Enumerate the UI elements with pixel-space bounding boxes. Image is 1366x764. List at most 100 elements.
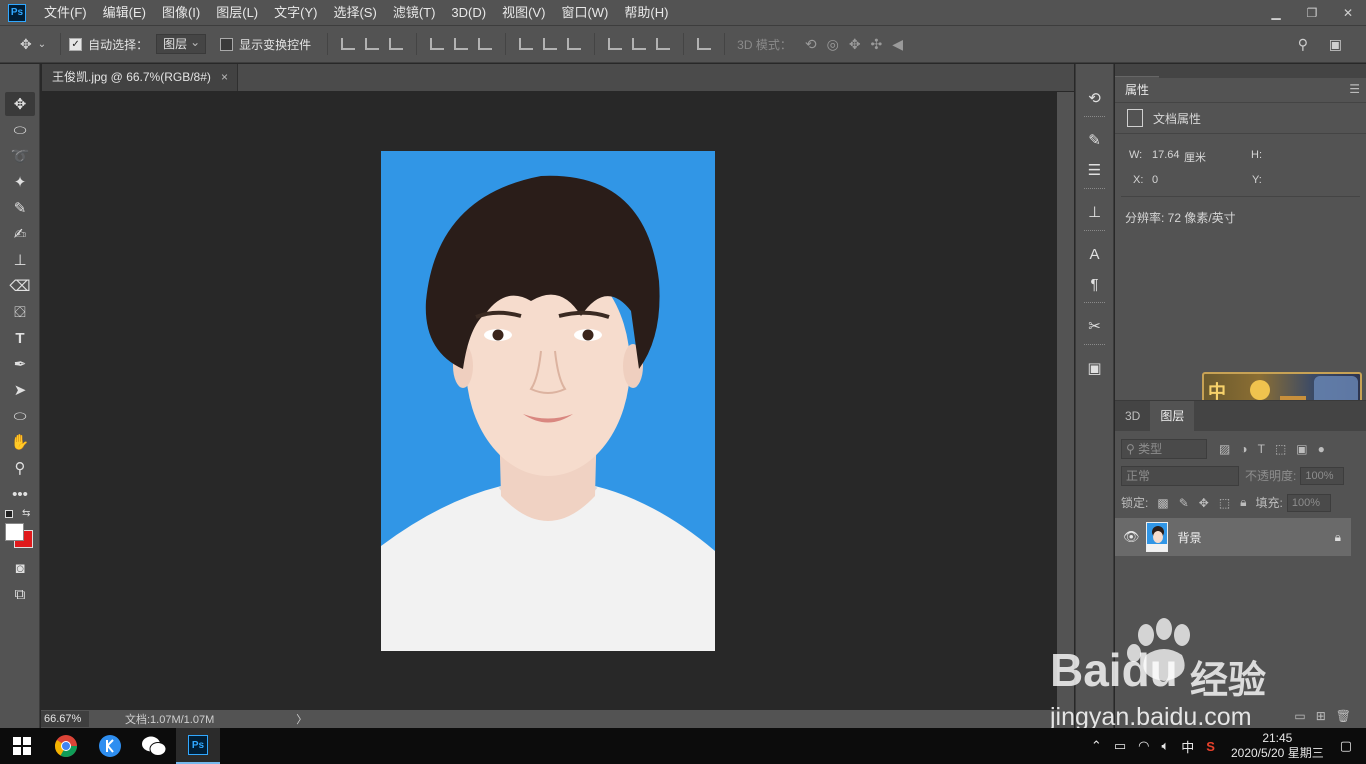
clock[interactable]: 21:45 2020/5/20 星期三 bbox=[1231, 731, 1324, 761]
wifi-icon[interactable]: ◠ bbox=[1138, 738, 1149, 754]
3d-pan-icon[interactable]: ✥ bbox=[849, 36, 861, 53]
eyedropper-tool-icon[interactable]: ✎ bbox=[5, 196, 35, 220]
menu-select[interactable]: 选择(S) bbox=[325, 0, 384, 25]
show-hidden-icons-icon[interactable]: ⌃ bbox=[1091, 738, 1102, 754]
workspace-icon[interactable]: ▣ bbox=[1329, 36, 1342, 53]
menu-help[interactable]: 帮助(H) bbox=[616, 0, 676, 25]
close-window-button[interactable]: ✕ bbox=[1330, 0, 1366, 25]
align-bottom-icon[interactable] bbox=[389, 38, 404, 50]
align-top-icon[interactable] bbox=[341, 38, 356, 50]
panel-grip[interactable] bbox=[1084, 302, 1105, 308]
distribute-top-icon[interactable] bbox=[519, 38, 534, 50]
panel-menu-icon[interactable]: ☰ bbox=[1349, 82, 1360, 96]
3d-roll-icon[interactable]: ◎ bbox=[827, 36, 839, 53]
stamp-tool-icon[interactable]: ⊥ bbox=[5, 248, 35, 272]
brush-settings-icon[interactable]: ✎ bbox=[1083, 128, 1107, 152]
minimize-button[interactable]: ▁ bbox=[1258, 0, 1294, 25]
menu-layer[interactable]: 图层(L) bbox=[208, 0, 266, 25]
menu-3d[interactable]: 3D(D) bbox=[443, 0, 494, 25]
tab-layers[interactable]: 图层 bbox=[1150, 401, 1195, 431]
move-tool-icon[interactable]: ✥ bbox=[5, 92, 35, 116]
marquee-tool-icon[interactable]: ⬭ bbox=[5, 118, 35, 142]
lock-artboard-icon[interactable]: ⬚ bbox=[1219, 496, 1230, 510]
filter-adjustment-icon[interactable]: ◑ bbox=[1240, 442, 1247, 456]
type-tool-icon[interactable]: T bbox=[5, 326, 35, 350]
clone-source-icon[interactable]: ⊥ bbox=[1083, 200, 1107, 224]
align-vertical-center-icon[interactable] bbox=[365, 38, 380, 50]
filter-pixel-icon[interactable]: ▨ bbox=[1219, 442, 1230, 456]
fill-field[interactable]: 100% bbox=[1286, 493, 1331, 512]
lasso-tool-icon[interactable]: ➰ bbox=[5, 144, 35, 168]
distribute-horizontal-center-icon[interactable] bbox=[632, 38, 647, 50]
tab-3d[interactable]: 3D bbox=[1115, 401, 1150, 431]
3d-scale-icon[interactable]: ◀ bbox=[892, 36, 903, 53]
battery-icon[interactable]: ▭ bbox=[1114, 738, 1126, 754]
panel-grip[interactable] bbox=[1084, 344, 1105, 350]
start-button[interactable] bbox=[0, 728, 44, 764]
show-transform-checkbox[interactable] bbox=[220, 37, 234, 51]
distribute-bottom-icon[interactable] bbox=[567, 38, 582, 50]
opacity-field[interactable]: 100% bbox=[1300, 466, 1345, 485]
document-image[interactable] bbox=[381, 151, 715, 651]
new-group-icon[interactable]: ▭ bbox=[1294, 709, 1305, 723]
notifications-icon[interactable]: ▢ bbox=[1340, 738, 1352, 754]
menu-filter[interactable]: 滤镜(T) bbox=[385, 0, 444, 25]
auto-select-target-dropdown[interactable]: 图层 bbox=[156, 33, 207, 54]
close-document-icon[interactable]: × bbox=[221, 64, 228, 91]
3d-orbit-icon[interactable]: ⟲ bbox=[805, 36, 817, 53]
filter-smart-object-icon[interactable]: ▣ bbox=[1296, 442, 1307, 456]
foreground-color-swatch[interactable] bbox=[5, 523, 24, 541]
filter-toggle-icon[interactable]: ● bbox=[1318, 442, 1325, 456]
align-right-icon[interactable] bbox=[478, 38, 493, 50]
sogou-input-icon[interactable]: S bbox=[1206, 739, 1215, 754]
distribute-vertical-center-icon[interactable] bbox=[543, 38, 558, 50]
menu-window[interactable]: 窗口(W) bbox=[553, 0, 616, 25]
delete-layer-icon[interactable]: 🗑︎ bbox=[1336, 709, 1351, 723]
zoom-tool-icon[interactable]: ⚲ bbox=[5, 456, 35, 480]
menu-edit[interactable]: 编辑(E) bbox=[95, 0, 154, 25]
panel-grip[interactable] bbox=[1084, 230, 1105, 236]
tool-preset-chevron-icon[interactable]: ⌄ bbox=[38, 39, 46, 50]
character-icon[interactable]: A bbox=[1083, 242, 1107, 266]
menu-image[interactable]: 图像(I) bbox=[154, 0, 208, 25]
zoom-level-field[interactable]: 66.67% bbox=[41, 711, 89, 727]
vertical-scrollbar[interactable] bbox=[1057, 92, 1074, 710]
auto-select-checkbox[interactable]: ✓ bbox=[69, 37, 83, 51]
tab-properties[interactable]: 属性 bbox=[1115, 76, 1159, 102]
layer-row[interactable]: 👁︎ 背景 🔒︎ bbox=[1115, 518, 1351, 556]
magic-wand-tool-icon[interactable]: ✦ bbox=[5, 170, 35, 194]
quick-mask-icon[interactable]: ◙ bbox=[5, 556, 35, 580]
status-menu-arrow[interactable]: 〉 bbox=[296, 711, 307, 727]
distribute-right-icon[interactable] bbox=[656, 38, 671, 50]
menu-view[interactable]: 视图(V) bbox=[494, 0, 553, 25]
layer-filter-dropdown[interactable]: ⚲ 类型 bbox=[1121, 438, 1207, 459]
lock-position-icon[interactable]: ✥ bbox=[1199, 496, 1209, 510]
lock-image-icon[interactable]: ✎ bbox=[1179, 496, 1189, 510]
chrome-taskbar-button[interactable] bbox=[44, 728, 88, 764]
visibility-eye-icon[interactable]: 👁︎ bbox=[1123, 529, 1140, 545]
kugou-taskbar-button[interactable] bbox=[88, 728, 132, 764]
x-value[interactable]: 0 bbox=[1152, 174, 1158, 186]
move-tool-icon[interactable]: ✥ bbox=[20, 36, 32, 53]
document-tab[interactable]: 王俊凯.jpg @ 66.7%(RGB/8#) × bbox=[42, 64, 238, 91]
new-layer-icon[interactable]: ⊞ bbox=[1316, 709, 1326, 723]
panel-grip[interactable] bbox=[1084, 188, 1105, 194]
panel-grip[interactable] bbox=[1084, 116, 1105, 122]
default-colors-icon[interactable] bbox=[5, 510, 13, 518]
volume-icon[interactable]: 🔈︎ bbox=[1161, 738, 1169, 754]
menu-type[interactable]: 文字(Y) bbox=[266, 0, 325, 25]
more-tools-icon[interactable]: ••• bbox=[5, 482, 35, 506]
pen-tool-icon[interactable]: ✒ bbox=[5, 352, 35, 376]
width-value[interactable]: 17.64 bbox=[1152, 149, 1180, 161]
eraser-tool-icon[interactable]: ⌫ bbox=[5, 274, 35, 298]
align-left-icon[interactable] bbox=[430, 38, 445, 50]
path-selection-tool-icon[interactable]: ➤ bbox=[5, 378, 35, 402]
navigator-icon[interactable]: ▣ bbox=[1083, 356, 1107, 380]
paint-bucket-tool-icon[interactable]: ⛋ bbox=[5, 300, 35, 324]
lock-transparent-icon[interactable]: ▩ bbox=[1157, 496, 1168, 510]
blend-mode-dropdown[interactable]: 正常 bbox=[1121, 465, 1239, 486]
menu-file[interactable]: 文件(F) bbox=[36, 0, 95, 25]
lock-all-icon[interactable]: 🔒︎ bbox=[1240, 495, 1246, 510]
ellipse-tool-icon[interactable]: ⬭ bbox=[5, 404, 35, 428]
brush-tool-icon[interactable]: ✍ bbox=[5, 222, 35, 246]
